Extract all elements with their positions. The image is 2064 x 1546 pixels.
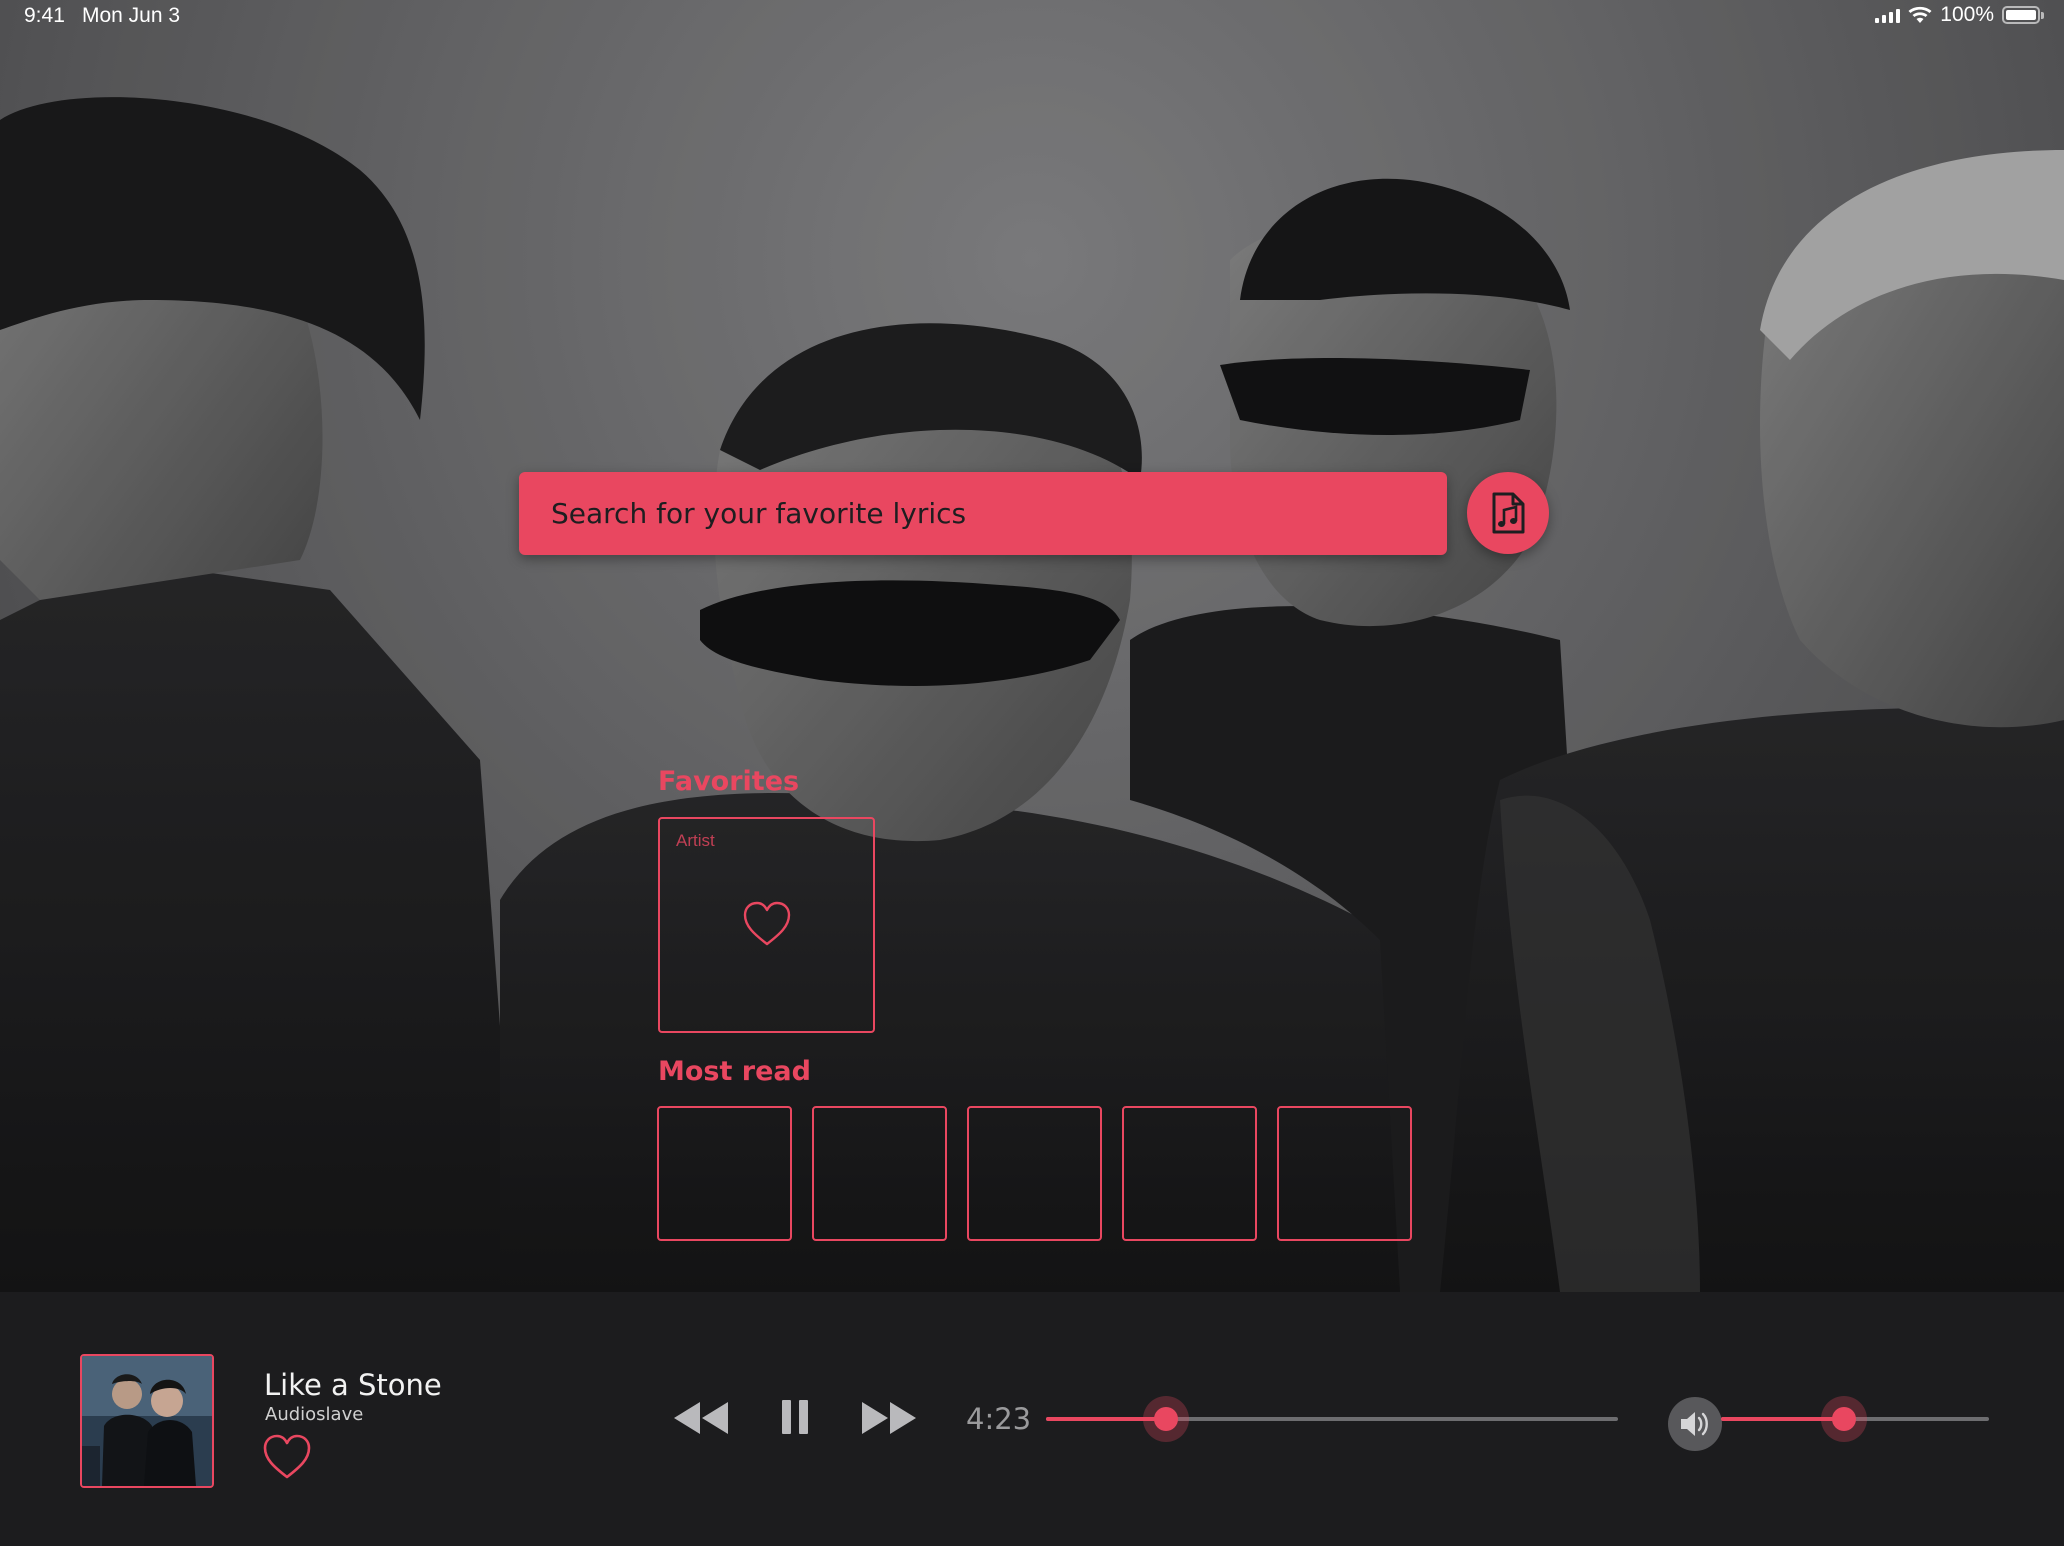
like-track-heart-icon[interactable] [262, 1434, 312, 1480]
status-indicators: 100% [1875, 3, 2044, 27]
rewind-icon[interactable] [672, 1400, 730, 1436]
most-read-card[interactable] [967, 1106, 1102, 1241]
heart-icon [743, 901, 791, 946]
favorite-artist-card[interactable]: Artist [658, 817, 875, 1033]
volume-button[interactable] [1668, 1397, 1722, 1451]
search-lyrics-button[interactable] [1467, 472, 1549, 554]
volume-slider[interactable] [1721, 1396, 1989, 1442]
volume-knob[interactable] [1821, 1396, 1868, 1442]
lyrics-app-screen: 9:41 Mon Jun 3 100% Search for your favo… [0, 0, 2064, 1546]
most-read-card[interactable] [1122, 1106, 1257, 1241]
most-read-card[interactable] [657, 1106, 792, 1241]
pause-icon[interactable] [780, 1398, 810, 1436]
speaker-icon [1681, 1412, 1708, 1436]
fast-forward-icon[interactable] [860, 1400, 918, 1436]
cellular-signal-icon [1875, 7, 1901, 23]
wifi-icon [1908, 6, 1932, 23]
status-date: Mon Jun 3 [82, 4, 181, 27]
hero-background-photo [0, 0, 2064, 1292]
elapsed-time: 4:23 [966, 1402, 1032, 1436]
search-input[interactable] [551, 472, 1411, 555]
now-playing-bar: Like a Stone Audioslave 4:23 [0, 1292, 2064, 1546]
album-cover-image [82, 1356, 212, 1486]
most-read-heading: Most read [658, 1056, 811, 1087]
track-artist: Audioslave [265, 1404, 364, 1425]
status-bar: 9:41 Mon Jun 3 100% [0, 0, 2064, 32]
band-photo-illustration [0, 0, 2064, 1292]
music-file-icon [1492, 492, 1525, 534]
favorite-card-label: Artist [676, 831, 715, 850]
progress-knob[interactable] [1143, 1396, 1190, 1442]
most-read-card[interactable] [812, 1106, 947, 1241]
progress-slider[interactable] [1046, 1396, 1618, 1442]
status-time: 9:41 [24, 4, 65, 27]
battery-icon [2002, 6, 2044, 24]
most-read-card[interactable] [1277, 1106, 1412, 1241]
favorites-heading: Favorites [658, 766, 800, 797]
battery-percentage: 100% [1940, 3, 1994, 26]
album-art[interactable] [80, 1354, 214, 1488]
track-title: Like a Stone [264, 1368, 442, 1402]
lyrics-search-box [519, 472, 1447, 555]
